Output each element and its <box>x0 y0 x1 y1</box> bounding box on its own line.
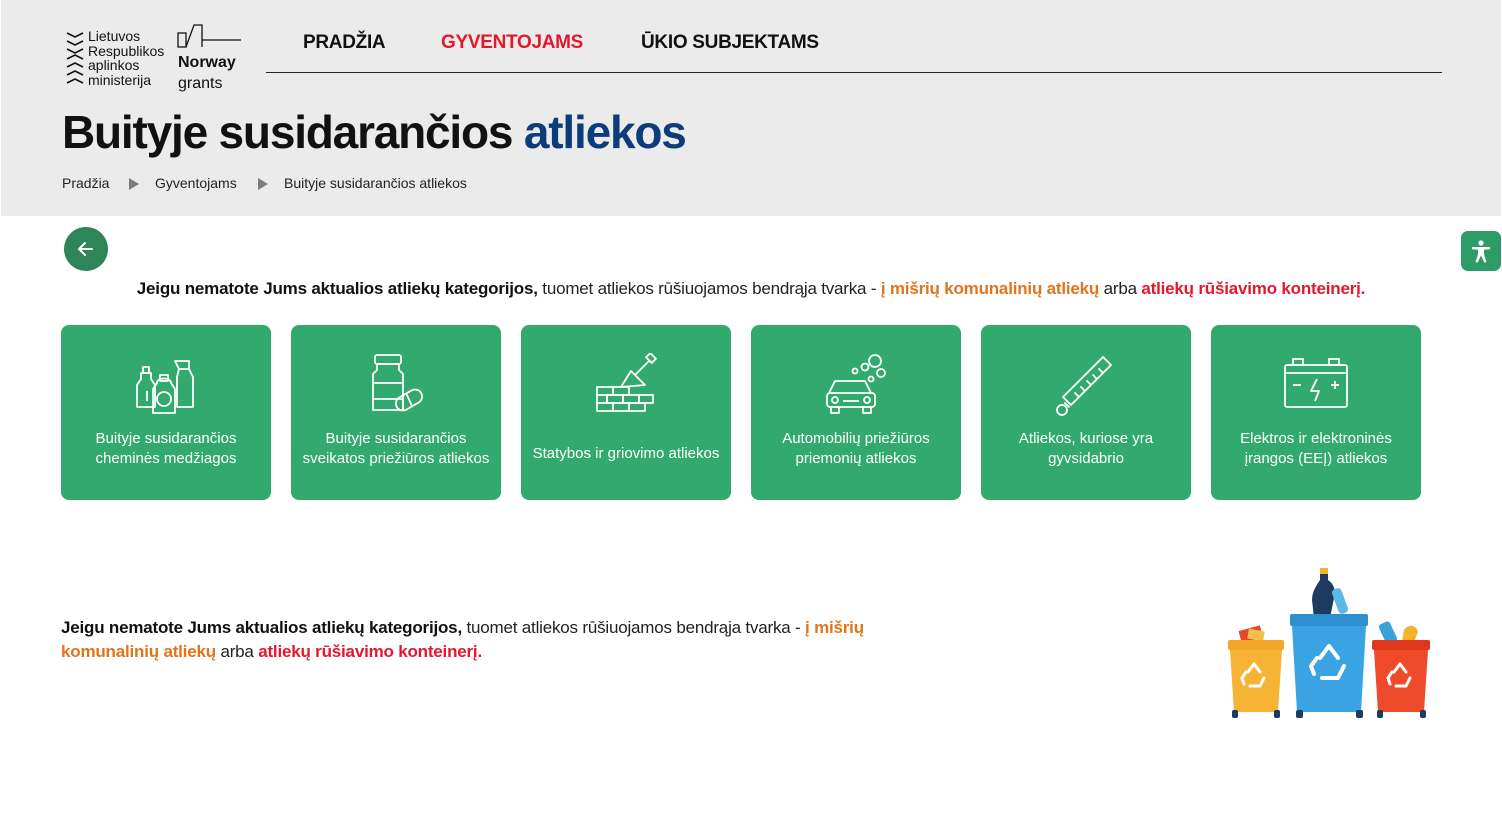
notice-text: tuomet atliekos rūšiuojamos bendrąja tva… <box>466 618 801 637</box>
thermometer-icon <box>1056 356 1112 416</box>
notice-text: arba <box>1103 279 1137 298</box>
ministry-logo[interactable]: Lietuvos Respublikos aplinkos ministerij… <box>65 29 175 89</box>
card-label: Statybos ir griovimo atliekos <box>532 445 720 462</box>
notice-bold-text: Jeigu nematote Jums aktualios atliekų ka… <box>136 279 538 298</box>
ministry-line: Lietuvos <box>88 28 141 44</box>
card-label: Elektros ir elektroninės <box>1240 430 1392 447</box>
notice-sorting-container-link[interactable]: atliekų rūšiavimo konteinerį. <box>258 642 482 661</box>
ministry-line: ministerija <box>88 71 152 88</box>
breadcrumb-current: Buityje susidarančios atliekos <box>284 175 467 191</box>
notice-text: tuomet atliekos rūšiuojamos bendrąja tva… <box>542 279 877 298</box>
accessibility-person-icon <box>1472 240 1490 263</box>
brick-wall-trowel-icon <box>596 353 657 412</box>
card-healthcare-waste[interactable]: Buityje susidarančios sveikatos priežiūr… <box>291 325 501 500</box>
cleaning-bottles-icon <box>136 360 194 414</box>
card-label: Buityje susidarančios <box>325 430 467 447</box>
card-construction-waste[interactable]: Statybos ir griovimo atliekos <box>521 325 731 500</box>
ministry-logo-text: Lietuvos Respublikos aplinkos ministerij… <box>88 29 164 87</box>
breadcrumb-item-gyventojams[interactable]: Gyventojams <box>155 175 237 191</box>
card-chemical-substances[interactable]: Buityje susidarančios cheminės medžiagos <box>61 325 271 500</box>
nav-item-gyventojams[interactable]: GYVENTOJAMS <box>441 32 583 54</box>
notice-mixed-waste-link[interactable]: į mišrių <box>805 618 864 637</box>
norway-grants-logo[interactable]: Norway grants <box>177 24 247 94</box>
card-car-care-waste[interactable]: Automobilių priežiūros priemonių atlieko… <box>751 325 961 500</box>
category-notice-bottom: Jeigu nematote Jums aktualios atliekų ka… <box>61 616 911 664</box>
page-title-main: Buityje susidarančios <box>62 106 514 158</box>
recycling-bins-illustration <box>1228 568 1430 718</box>
norway-logo-light: grants <box>178 75 223 92</box>
battery-icon <box>1284 358 1348 408</box>
card-label: sveikatos priežiūros atliekos <box>302 450 490 467</box>
card-mercury-waste[interactable]: Atliekos, kuriose yra gyvsidabrio <box>981 325 1191 500</box>
notice-mixed-waste-link[interactable]: komunalinių atliekų <box>61 642 216 661</box>
card-label: cheminės medžiagos <box>95 450 237 467</box>
accessibility-button[interactable] <box>1461 231 1501 271</box>
ministry-line: Respublikos <box>88 42 165 59</box>
breadcrumb-separator-icon <box>129 178 139 190</box>
card-label: Automobilių priežiūros <box>782 430 930 447</box>
notice-bold-text: Jeigu nematote Jums aktualios atliekų ka… <box>61 618 462 637</box>
page-title-accent: atliekos <box>523 106 687 158</box>
notice-mixed-waste-link[interactable]: į mišrių komunalinių atliekų <box>881 279 1099 298</box>
nav-divider <box>266 72 1442 73</box>
card-label: Atliekos, kuriose yra <box>1018 430 1154 447</box>
card-label: priemonių atliekos <box>795 450 917 467</box>
ministry-line: aplinkos <box>88 57 140 73</box>
notice-text: arba <box>220 642 254 661</box>
card-electronic-waste[interactable]: Elektros ir elektroninės įrangos (EEĮ) a… <box>1211 325 1421 500</box>
nav-item-pradzia[interactable]: PRADŽIA <box>303 32 386 54</box>
ministry-emblem-icon <box>66 32 84 84</box>
card-label: gyvsidabrio <box>1048 450 1124 467</box>
notice-sorting-container-link[interactable]: atliekų rūšiavimo konteinerį. <box>1141 279 1365 298</box>
medicine-jar-pills-icon <box>372 354 423 412</box>
norway-logo-bold: Norway <box>178 54 236 71</box>
category-notice-top: Jeigu nematote Jums aktualios atliekų ka… <box>0 277 1502 301</box>
breadcrumb-item-pradzia[interactable]: Pradžia <box>62 175 109 191</box>
waste-category-cards: Buityje susidarančios cheminės medžiagos… <box>61 325 1421 500</box>
nav-item-ukio-subjektams[interactable]: ŪKIO SUBJEKTAMS <box>641 32 819 54</box>
breadcrumb-separator-icon <box>258 178 268 190</box>
card-label: įrangos (EEĮ) atliekos <box>1244 450 1388 467</box>
page-title: Buityje susidarančios atliekos <box>62 105 687 159</box>
arrow-left-icon <box>78 242 93 256</box>
page-header: Lietuvos Respublikos aplinkos ministerij… <box>1 0 1501 216</box>
back-button[interactable] <box>64 227 108 271</box>
norway-grants-mark-icon <box>177 24 241 48</box>
card-label: Buityje susidarančios <box>95 430 237 447</box>
car-wash-icon <box>826 354 886 414</box>
